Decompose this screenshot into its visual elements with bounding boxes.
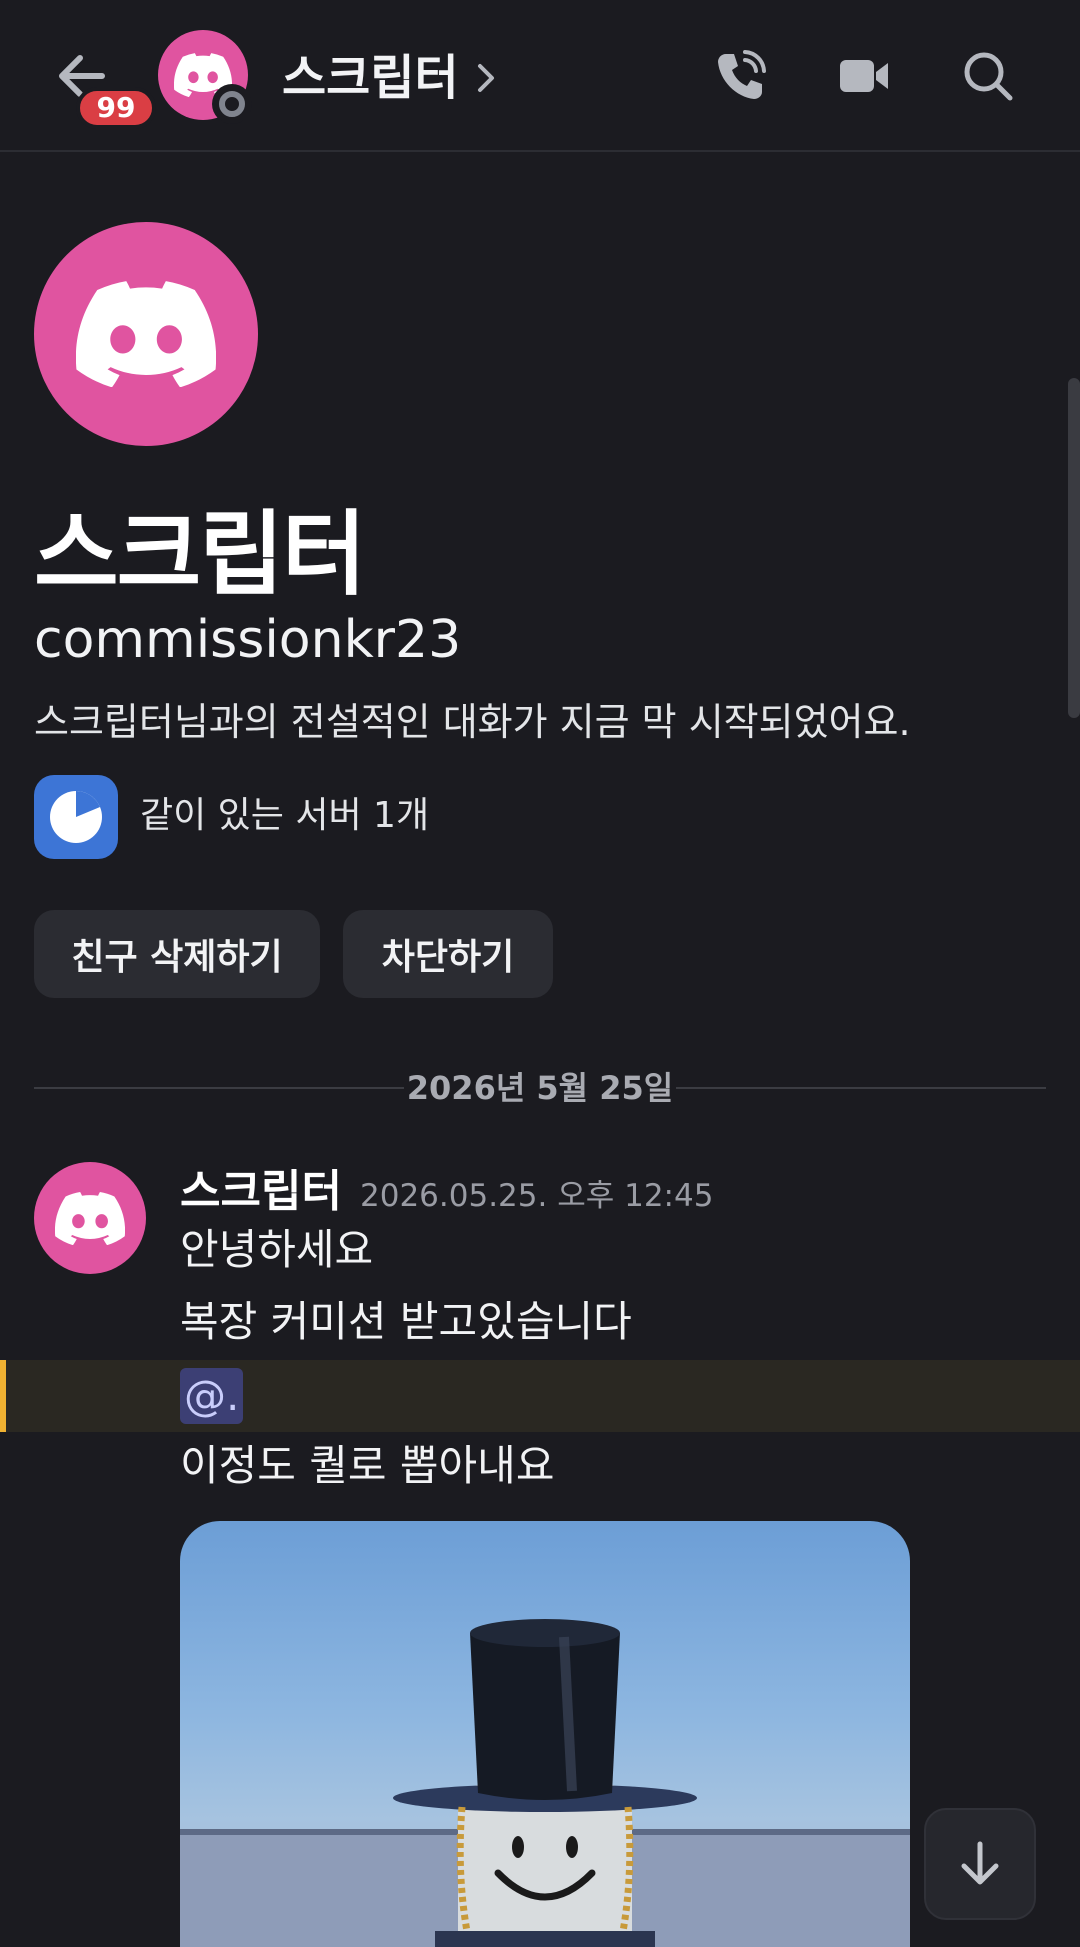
message-author-avatar[interactable]: [34, 1162, 146, 1274]
server-logo-icon: [50, 791, 102, 843]
discord-logo-icon: [76, 281, 216, 387]
remove-friend-button[interactable]: 친구 삭제하기: [34, 910, 320, 998]
divider-line-right: [676, 1087, 1046, 1089]
video-call-button[interactable]: [832, 44, 896, 108]
divider-line-left: [34, 1087, 404, 1089]
conversation-intro-text: 스크립터님과의 전설적인 대화가 지금 막 시작되었어요.: [34, 700, 911, 744]
message-author-name[interactable]: 스크립터: [180, 1164, 342, 1220]
phone-icon: [718, 50, 766, 99]
mention-highlight-row: @.: [0, 1360, 1080, 1432]
search-button[interactable]: [956, 44, 1020, 108]
mutual-server-icon[interactable]: [34, 775, 118, 859]
discord-logo-icon: [55, 1191, 125, 1245]
message-timestamp: 2026.05.25. 오후 12:45: [360, 1178, 714, 1214]
arrow-down-icon: [961, 1841, 999, 1885]
profile-avatar[interactable]: [34, 222, 258, 446]
mutual-servers-link[interactable]: 같이 있는 서버 1개: [140, 790, 429, 842]
profile-username: commissionkr23: [34, 610, 462, 670]
block-button[interactable]: 차단하기: [343, 910, 553, 998]
voice-call-button[interactable]: [708, 44, 772, 108]
search-icon: [964, 52, 1013, 101]
profile-display-name: 스크립터: [34, 501, 367, 608]
top-bar: 99 스크립터: [0, 0, 1080, 152]
message-line: 이정도 퀄로 뽑아내요: [180, 1441, 555, 1490]
mention-accent-bar: [0, 1360, 6, 1432]
image-attachment[interactable]: [180, 1521, 910, 1947]
channel-title[interactable]: 스크립터: [282, 48, 459, 108]
chevron-right-icon[interactable]: [472, 58, 500, 98]
jump-to-latest-button[interactable]: [924, 1808, 1036, 1920]
scrollbar[interactable]: [1068, 378, 1080, 718]
offline-status-indicator: [212, 84, 252, 124]
message-line: 복장 커미션 받고있습니다: [180, 1297, 632, 1346]
date-divider: 2026년 5월 25일: [406, 1069, 674, 1107]
user-mention[interactable]: @.: [180, 1368, 244, 1424]
message-line: 안녕하세요: [180, 1225, 374, 1274]
unread-badge: 99: [76, 87, 156, 129]
avatar-outfit-preview-image: [180, 1619, 910, 1947]
video-camera-icon: [840, 60, 888, 92]
